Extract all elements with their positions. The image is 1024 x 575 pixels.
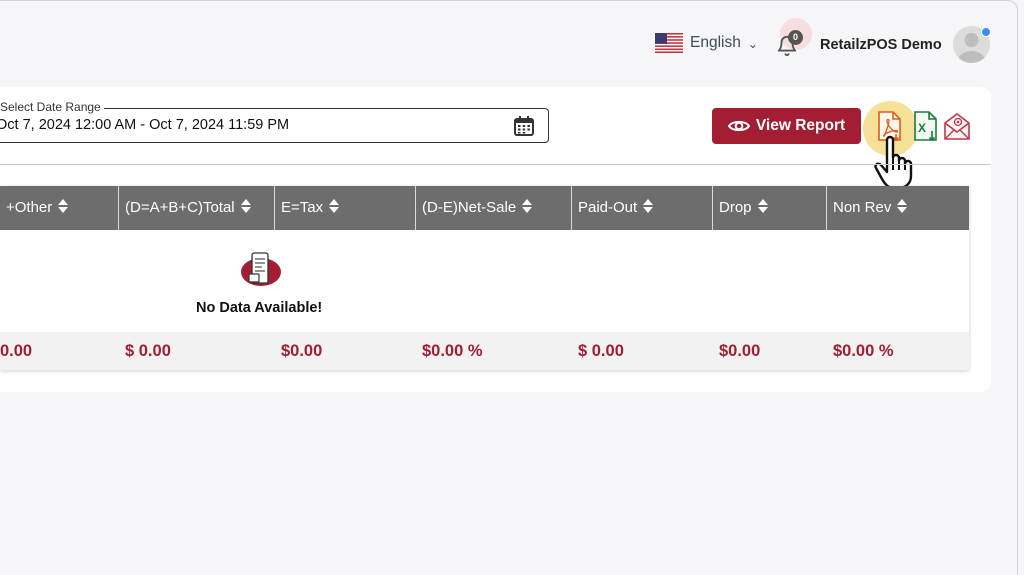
eye-icon bbox=[727, 120, 750, 132]
total-drop: $0.00 bbox=[719, 342, 761, 360]
sort-icon bbox=[643, 199, 654, 214]
column-header-tax[interactable]: E=Tax bbox=[275, 186, 416, 230]
no-data-icon bbox=[241, 252, 281, 286]
section-divider bbox=[0, 164, 991, 165]
total-tax: $0.00 bbox=[281, 342, 323, 360]
column-header-label: Paid-Out bbox=[578, 199, 638, 216]
column-header-label: Drop bbox=[719, 199, 752, 216]
column-header-label: (D-E)Net-Sale bbox=[422, 199, 517, 216]
svg-text:X: X bbox=[918, 121, 926, 135]
online-status-dot bbox=[981, 27, 991, 37]
date-range-label: Select Date Range bbox=[0, 100, 104, 114]
date-range-value: Oct 7, 2024 12:00 AM - Oct 7, 2024 11:59… bbox=[0, 117, 290, 133]
sort-icon bbox=[329, 199, 340, 214]
column-header-drop[interactable]: Drop bbox=[713, 186, 827, 230]
column-header-label: E=Tax bbox=[281, 199, 324, 216]
total-other: 0.00 bbox=[0, 342, 33, 360]
column-header-label: +Other bbox=[6, 199, 53, 216]
sort-icon bbox=[240, 199, 251, 214]
top-bar: English ⌄ 0 RetailzPOS Demo bbox=[0, 0, 1018, 86]
notification-count-badge: 0 bbox=[788, 30, 803, 45]
user-name[interactable]: RetailzPOS Demo bbox=[820, 37, 942, 53]
language-label: English bbox=[690, 34, 741, 51]
total-total: $ 0.00 bbox=[125, 342, 171, 360]
column-header-net-sale[interactable]: (D-E)Net-Sale bbox=[416, 186, 572, 230]
column-header-paid-out[interactable]: Paid-Out bbox=[572, 186, 713, 230]
no-data-message: No Data Available! bbox=[196, 300, 323, 316]
view-report-label: View Report bbox=[755, 117, 846, 134]
notifications-button[interactable]: 0 bbox=[772, 18, 812, 60]
email-export-icon[interactable] bbox=[943, 110, 971, 142]
column-header-label: Non Rev bbox=[833, 199, 892, 216]
column-header-label: (D=A+B+C)Total bbox=[125, 199, 235, 216]
sort-icon bbox=[757, 199, 768, 214]
total-non-rev: $0.00 % bbox=[833, 342, 894, 360]
total-net-sale: $0.00 % bbox=[422, 342, 483, 360]
hand-cursor-icon bbox=[874, 135, 913, 190]
sort-icon bbox=[522, 199, 533, 214]
table-totals-row: 0.00 $ 0.00 $0.00 $0.00 % $ 0.00 $0.00 $… bbox=[0, 332, 969, 370]
report-table: +Other (D=A+B+C)Total E=Tax (D-E)Net-Sal… bbox=[0, 186, 969, 370]
column-header-other[interactable]: +Other bbox=[0, 186, 119, 230]
sort-icon bbox=[897, 199, 908, 214]
chevron-down-icon: ⌄ bbox=[747, 37, 758, 51]
calendar-icon[interactable] bbox=[513, 115, 535, 137]
language-selector[interactable]: English ⌄ bbox=[655, 33, 758, 53]
table-header-row: +Other (D=A+B+C)Total E=Tax (D-E)Net-Sal… bbox=[0, 186, 969, 230]
column-header-total[interactable]: (D=A+B+C)Total bbox=[119, 186, 275, 230]
column-header-non-rev[interactable]: Non Rev bbox=[827, 186, 969, 230]
total-paid-out: $ 0.00 bbox=[578, 342, 624, 360]
sort-icon bbox=[58, 199, 69, 214]
us-flag-icon bbox=[655, 33, 683, 53]
view-report-button[interactable]: View Report bbox=[712, 108, 861, 144]
